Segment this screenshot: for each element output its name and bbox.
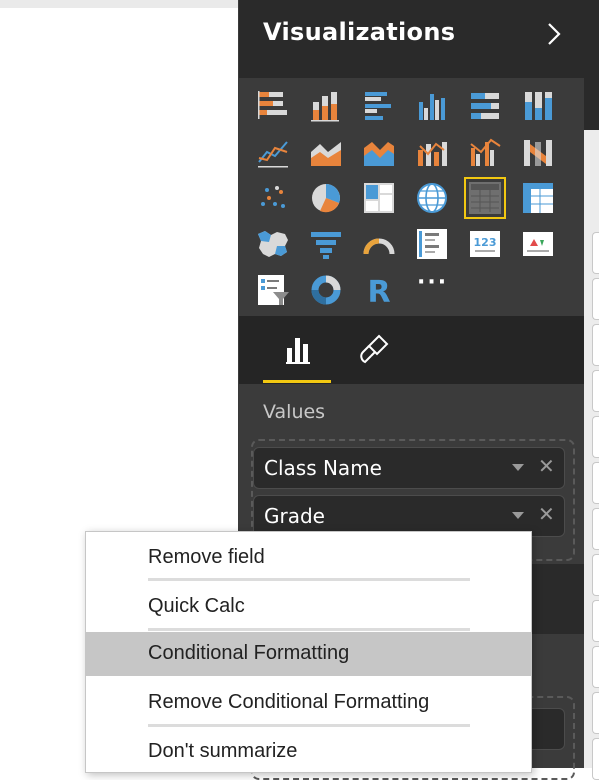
menu-item-conditional-formatting[interactable]: Conditional Formatting: [86, 632, 531, 676]
menu-item-label: Remove Conditional Formatting: [148, 691, 430, 713]
stacked-column-chart-icon[interactable]: [308, 88, 344, 124]
fields-pane-tab[interactable]: [592, 278, 599, 320]
menu-item-remove-field[interactable]: Remove field: [86, 536, 531, 580]
menu-separator: [148, 578, 470, 581]
fields-pane-tab[interactable]: [592, 600, 599, 642]
paint-roller-icon: [360, 334, 389, 364]
more-visuals-button[interactable]: ···: [417, 270, 448, 295]
format-tab[interactable]: [339, 316, 409, 384]
r-script-visual-icon[interactable]: R: [361, 272, 397, 308]
100-stacked-column-chart-icon[interactable]: [520, 88, 556, 124]
active-tab-indicator: [263, 380, 331, 383]
table-icon[interactable]: [464, 177, 506, 219]
stacked-area-chart-icon[interactable]: [361, 134, 397, 170]
gauge-icon[interactable]: [361, 226, 397, 262]
menu-item-remove-conditional-formatting[interactable]: Remove Conditional Formatting: [86, 681, 531, 725]
chevron-down-icon[interactable]: [512, 512, 524, 519]
chevron-right-icon[interactable]: [541, 20, 567, 48]
line-and-stacked-column-chart-icon[interactable]: [414, 134, 450, 170]
map-icon[interactable]: [414, 180, 450, 216]
field-pill-class-name[interactable]: Class Name ✕: [253, 447, 565, 489]
fields-pane-header: [584, 0, 599, 130]
100-stacked-bar-chart-icon[interactable]: [467, 88, 503, 124]
menu-item-dont-summarize[interactable]: Don't summarize: [86, 730, 531, 774]
fields-pane-tab[interactable]: [592, 692, 599, 734]
funnel-icon[interactable]: [308, 226, 344, 262]
ribbon-chart-icon[interactable]: [520, 134, 556, 170]
clustered-bar-chart-icon[interactable]: [361, 88, 397, 124]
fields-tab[interactable]: [263, 316, 333, 384]
line-chart-icon[interactable]: [255, 134, 291, 170]
visual-icons-gallery: 123 R ···: [239, 78, 585, 316]
fields-pane-tab[interactable]: [592, 554, 599, 596]
canvas-top-border: [0, 0, 238, 8]
visualizations-title: Visualizations: [263, 18, 456, 46]
matrix-icon[interactable]: [520, 180, 556, 216]
field-label: Grade: [264, 504, 325, 528]
stacked-bar-chart-icon[interactable]: [255, 88, 291, 124]
area-chart-icon[interactable]: [308, 134, 344, 170]
menu-item-label: Conditional Formatting: [148, 642, 350, 664]
svg-text:R: R: [367, 275, 390, 308]
clustered-column-chart-icon[interactable]: [414, 88, 450, 124]
fields-pane-tab[interactable]: [592, 416, 599, 458]
menu-item-label: Remove field: [148, 546, 265, 568]
values-well-label: Values: [263, 401, 326, 423]
multi-row-card-icon[interactable]: [414, 226, 450, 262]
kpi-icon[interactable]: [520, 226, 556, 262]
fields-pane-edge: [584, 0, 599, 780]
filled-map-icon[interactable]: [255, 226, 291, 262]
close-icon[interactable]: ✕: [538, 456, 555, 476]
field-label: Class Name: [264, 456, 382, 480]
fields-pane-tab[interactable]: [592, 738, 599, 780]
fields-pane-tab[interactable]: [592, 462, 599, 504]
donut-chart-icon[interactable]: [308, 272, 344, 308]
visualizations-header: Visualizations: [239, 0, 585, 78]
chevron-down-icon[interactable]: [512, 464, 524, 471]
fields-pane-tab[interactable]: [592, 324, 599, 366]
fields-icon: [286, 338, 310, 364]
treemap-icon[interactable]: [361, 180, 397, 216]
slicer-icon[interactable]: [255, 272, 291, 308]
menu-item-label: Don't summarize: [148, 740, 298, 762]
field-context-menu: Remove field Quick Calc Conditional Form…: [85, 531, 532, 773]
pane-tabs: [239, 316, 585, 384]
close-icon[interactable]: ✕: [538, 504, 555, 524]
fields-pane-tab[interactable]: [592, 232, 599, 274]
pie-chart-icon[interactable]: [308, 180, 344, 216]
menu-separator: [148, 628, 470, 631]
menu-item-quick-calc[interactable]: Quick Calc: [86, 585, 531, 629]
menu-item-label: Quick Calc: [148, 595, 245, 617]
fields-pane-tab[interactable]: [592, 370, 599, 412]
menu-separator: [148, 724, 470, 727]
fields-pane-tab[interactable]: [592, 646, 599, 688]
scatter-chart-icon[interactable]: [255, 180, 291, 216]
card-icon[interactable]: 123: [467, 226, 503, 262]
line-and-clustered-column-chart-icon[interactable]: [467, 134, 503, 170]
fields-pane-tab[interactable]: [592, 508, 599, 550]
svg-text:123: 123: [474, 236, 497, 249]
